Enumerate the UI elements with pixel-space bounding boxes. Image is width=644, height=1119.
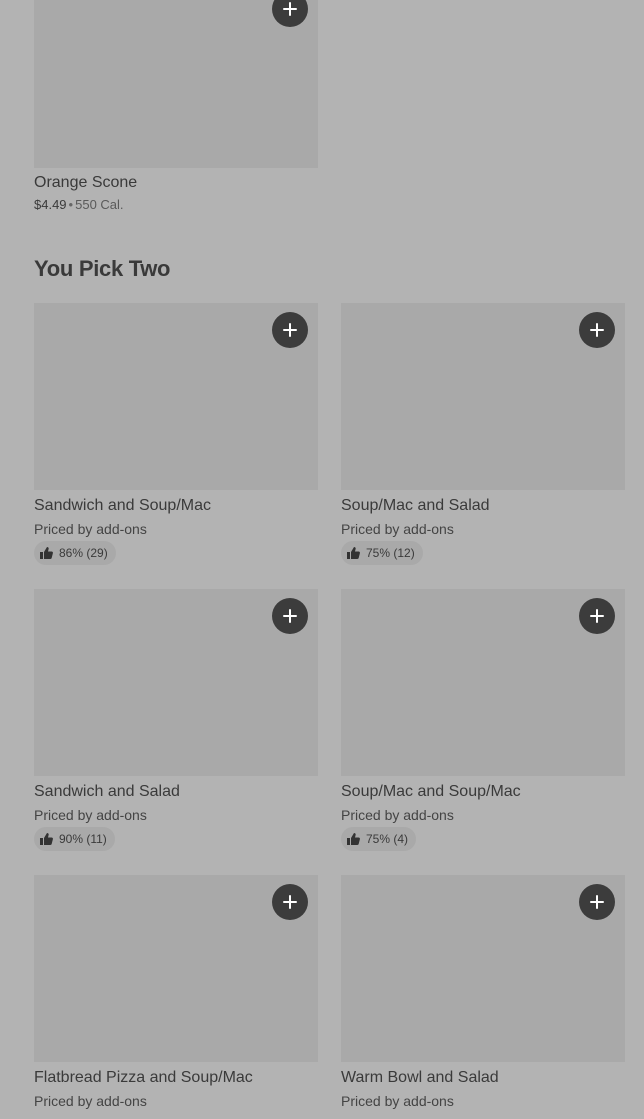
add-to-cart-button[interactable] <box>579 884 615 920</box>
item-name[interactable]: Warm Bowl and Salad <box>341 1069 499 1087</box>
item-name[interactable]: Soup/Mac and Salad <box>341 497 490 515</box>
add-to-cart-button[interactable] <box>272 598 308 634</box>
rating-text: 86% (29) <box>59 546 108 560</box>
rating-badge: 86% (29) <box>34 541 116 565</box>
rating-badge: 90% (11) <box>34 827 115 851</box>
item-name[interactable]: Soup/Mac and Soup/Mac <box>341 783 521 801</box>
separator-dot: • <box>68 197 74 212</box>
plus-icon <box>283 895 297 909</box>
add-to-cart-button[interactable] <box>579 312 615 348</box>
plus-icon <box>590 895 604 909</box>
item-price: Priced by add-ons <box>34 521 147 537</box>
thumbs-up-icon <box>347 833 360 845</box>
section-title: You Pick Two <box>34 256 171 281</box>
thumbs-up-icon <box>40 833 53 845</box>
item-name[interactable]: Orange Scone <box>34 174 137 192</box>
item-image[interactable] <box>34 0 318 168</box>
item-name[interactable]: Sandwich and Soup/Mac <box>34 497 211 515</box>
item-price: Priced by add-ons <box>341 521 454 537</box>
item-price: Priced by add-ons <box>34 807 147 823</box>
rating-text: 75% (4) <box>366 832 409 846</box>
item-name[interactable]: Sandwich and Salad <box>34 783 180 801</box>
item-price: Priced by add-ons <box>341 807 454 823</box>
item-price-line: $4.49 • 550 Cal. <box>34 197 124 212</box>
item-calories: 550 Cal. <box>75 197 124 212</box>
plus-icon <box>283 2 297 16</box>
rating-badge: 75% (12) <box>341 541 423 565</box>
plus-icon <box>590 323 604 337</box>
rating-badge: 75% (4) <box>341 827 417 851</box>
plus-icon <box>590 609 604 623</box>
item-price: Priced by add-ons <box>34 1093 147 1109</box>
add-to-cart-button[interactable] <box>579 598 615 634</box>
plus-icon <box>283 323 297 337</box>
add-to-cart-button[interactable] <box>272 884 308 920</box>
rating-text: 90% (11) <box>59 832 107 846</box>
add-to-cart-button[interactable] <box>272 312 308 348</box>
thumbs-up-icon <box>347 547 360 559</box>
item-price: $4.49 <box>34 197 67 212</box>
thumbs-up-icon <box>40 547 53 559</box>
item-name[interactable]: Flatbread Pizza and Soup/Mac <box>34 1069 253 1087</box>
rating-text: 75% (12) <box>366 546 415 560</box>
item-price: Priced by add-ons <box>341 1093 454 1109</box>
plus-icon <box>283 609 297 623</box>
